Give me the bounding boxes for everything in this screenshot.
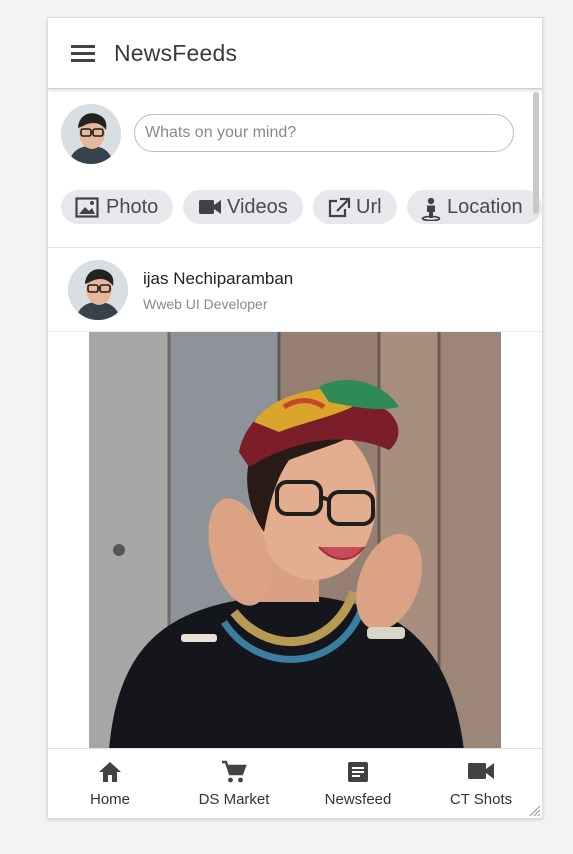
app-frame: NewsFeeds Photo bbox=[47, 17, 543, 819]
post-author-name[interactable]: ijas Nechiparamban bbox=[143, 269, 293, 289]
open-link-icon bbox=[328, 197, 351, 218]
status-input[interactable] bbox=[134, 114, 514, 152]
home-icon bbox=[99, 762, 121, 782]
nav-ct-shots[interactable]: CT Shots bbox=[420, 749, 542, 818]
videocam-icon bbox=[199, 200, 221, 214]
bottom-navigation: Home DS Market Newsfeed CT Shots bbox=[48, 748, 542, 818]
feed-content: Photo Videos Url bbox=[48, 89, 542, 749]
image-icon bbox=[75, 197, 99, 218]
article-icon bbox=[348, 762, 368, 782]
avatar bbox=[61, 104, 121, 164]
post-image[interactable] bbox=[89, 332, 501, 749]
app-bar: NewsFeeds bbox=[48, 18, 542, 89]
chip-photo[interactable]: Photo bbox=[61, 190, 173, 224]
nav-ds-market[interactable]: DS Market bbox=[172, 749, 296, 818]
hamburger-menu-icon[interactable] bbox=[70, 42, 96, 64]
chip-videos[interactable]: Videos bbox=[183, 190, 303, 224]
nav-newsfeed[interactable]: Newsfeed bbox=[296, 749, 420, 818]
person-pin-icon bbox=[421, 197, 441, 221]
resize-grip-icon[interactable] bbox=[527, 803, 541, 817]
cart-icon bbox=[222, 760, 247, 783]
chip-location[interactable]: Location bbox=[407, 190, 542, 224]
chip-url[interactable]: Url bbox=[313, 190, 397, 224]
avatar bbox=[68, 260, 128, 320]
post-author-role: Wweb UI Developer bbox=[143, 296, 268, 312]
videocam-icon bbox=[468, 763, 494, 779]
divider bbox=[48, 247, 542, 248]
scrollbar-thumb[interactable] bbox=[533, 92, 539, 214]
nav-home[interactable]: Home bbox=[48, 749, 172, 818]
app-title: NewsFeeds bbox=[114, 40, 238, 66]
